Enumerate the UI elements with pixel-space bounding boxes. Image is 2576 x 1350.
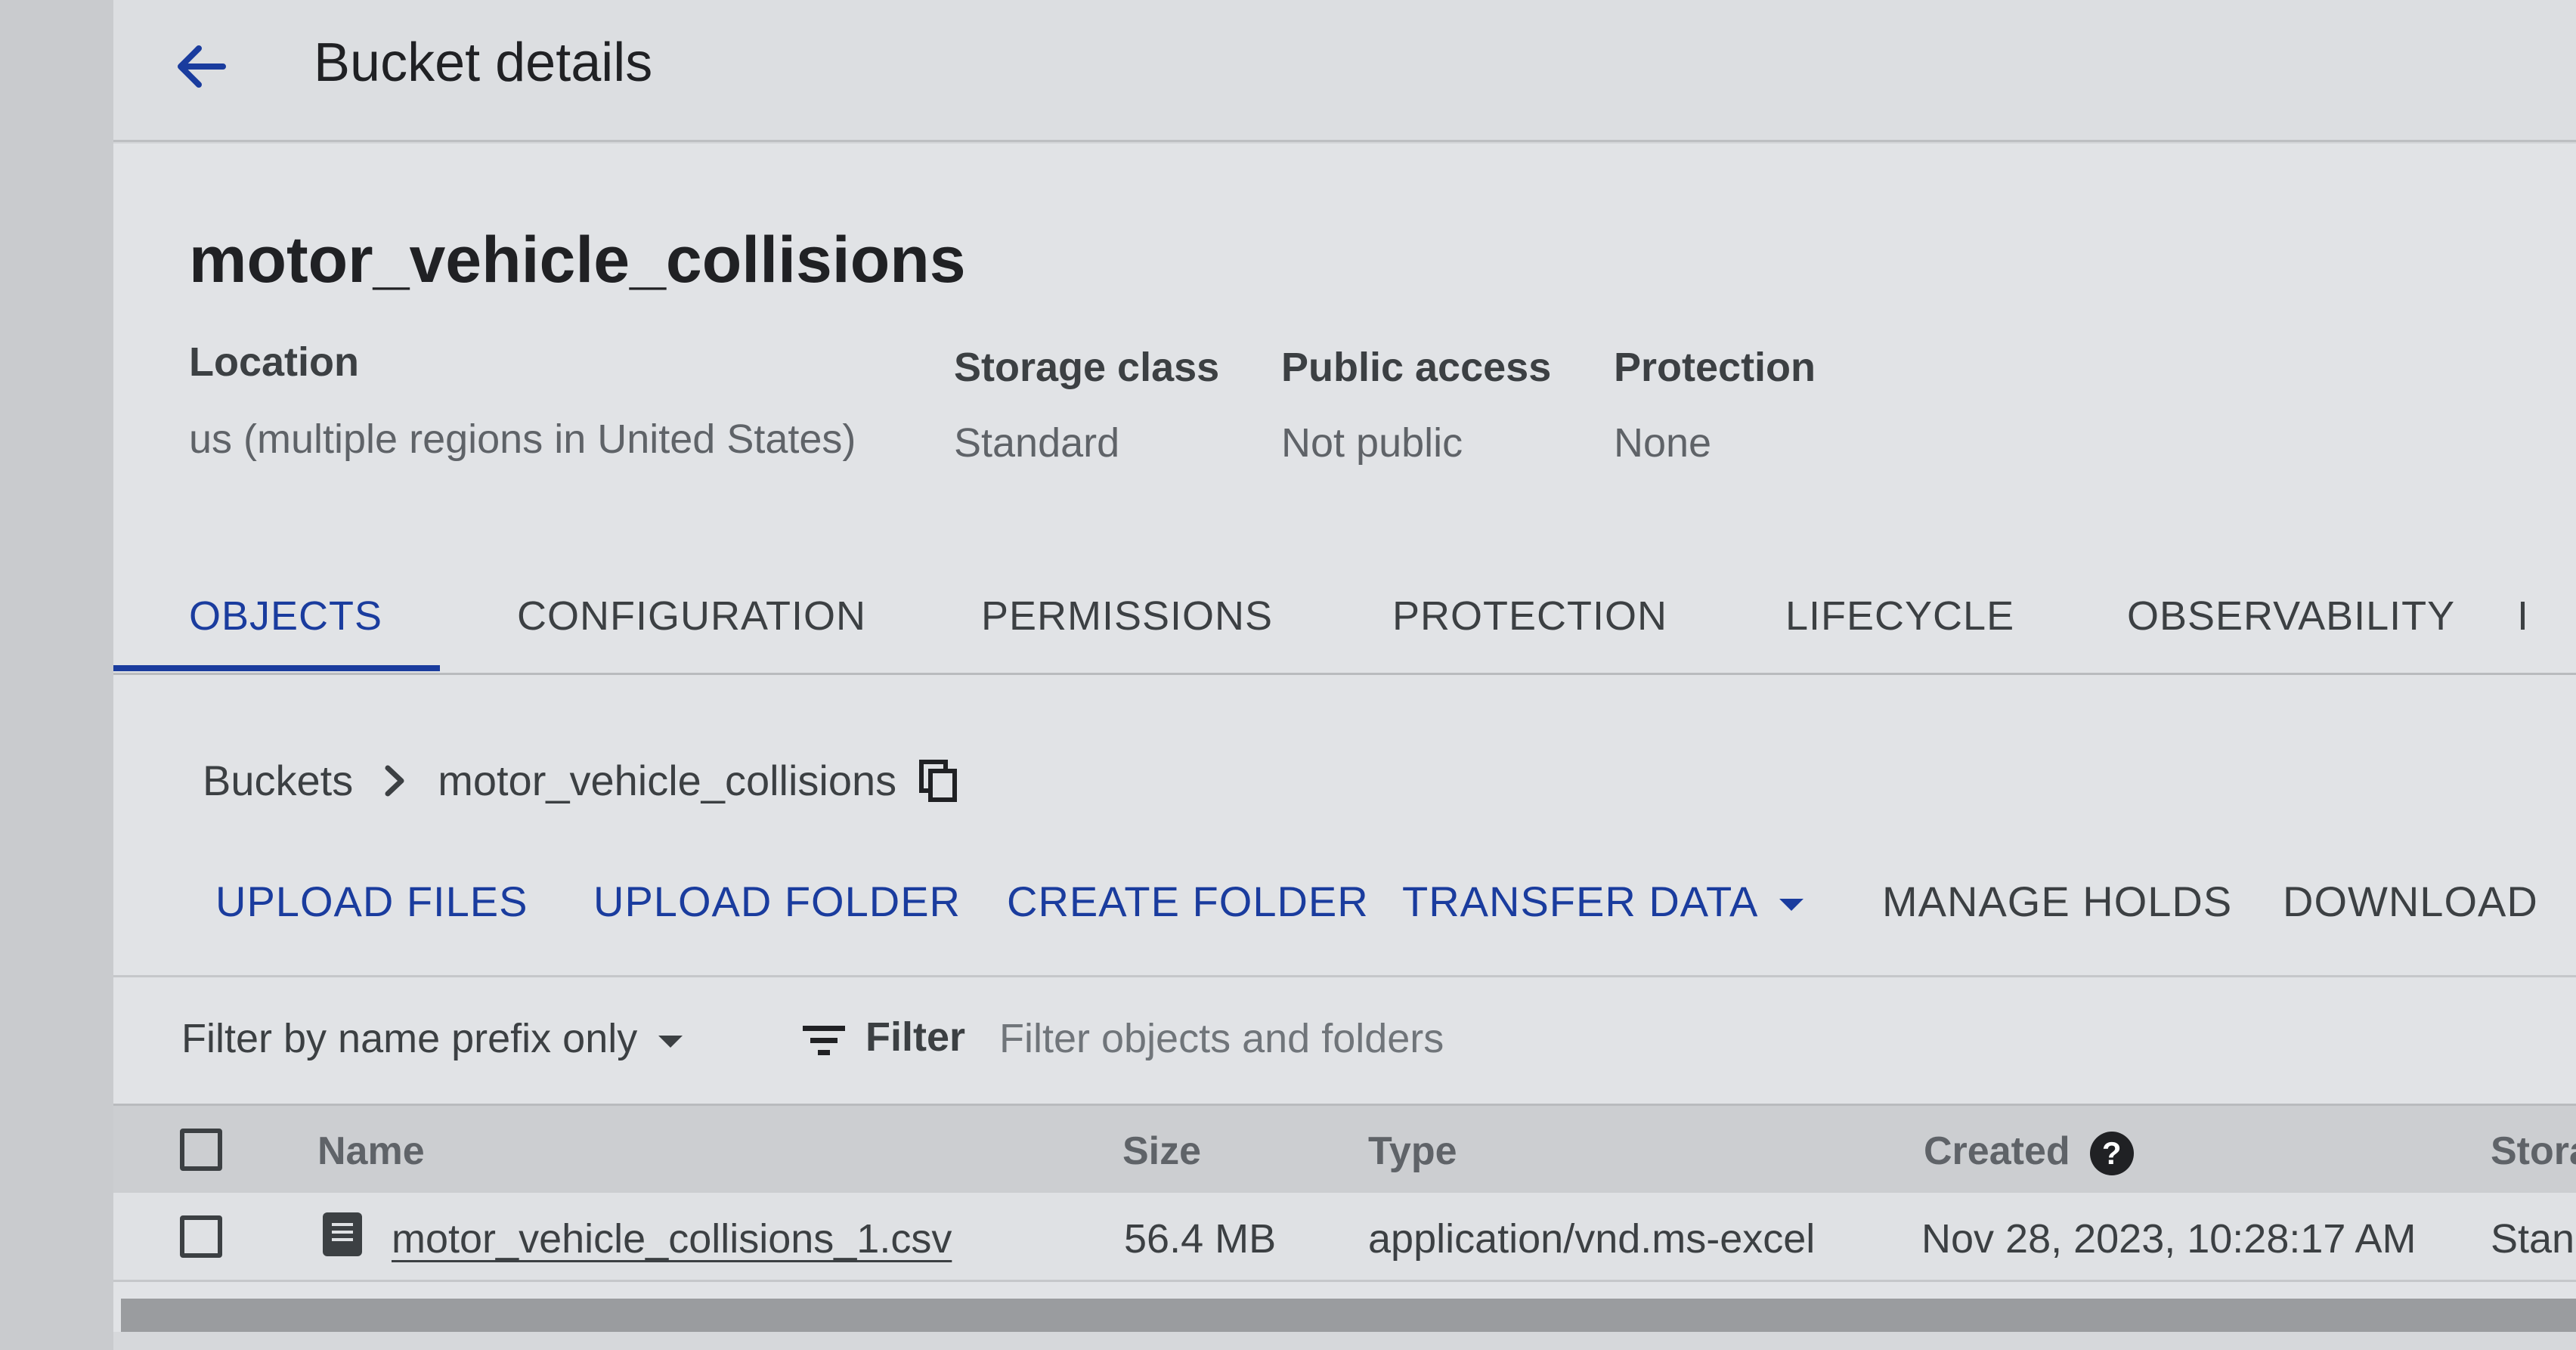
tab-lifecycle[interactable]: LIFECYCLE	[1785, 593, 2014, 639]
filter-label[interactable]: Filter	[865, 1014, 965, 1060]
meta-location-value: us (multiple regions in United States)	[189, 416, 856, 462]
meta-public-access-value: Not public	[1281, 420, 1463, 466]
create-folder-button[interactable]: CREATE FOLDER	[1007, 877, 1369, 926]
column-header-storage-class[interactable]: Stora	[2491, 1129, 2576, 1174]
filter-list-icon[interactable]	[801, 1023, 847, 1059]
object-name-link[interactable]: motor_vehicle_collisions_1.csv	[392, 1215, 952, 1262]
column-header-created[interactable]: Created?	[1924, 1129, 2134, 1176]
download-button[interactable]: DOWNLOAD	[2283, 877, 2538, 926]
transfer-data-button[interactable]: TRANSFER DATA	[1402, 877, 1804, 926]
meta-protection-value: None	[1614, 420, 1712, 466]
tab-bar: OBJECTS CONFIGURATION PERMISSIONS PROTEC…	[113, 559, 2576, 675]
chevron-right-icon	[385, 765, 404, 796]
table-header: Name Size Type Created? Stora	[113, 1104, 2576, 1195]
filter-mode-label: Filter by name prefix only	[181, 1016, 638, 1061]
breadcrumb: Buckets motor_vehicle_collisions	[203, 756, 958, 805]
object-type: application/vnd.ms-excel	[1368, 1216, 1816, 1262]
page-title: Bucket details	[314, 33, 653, 93]
meta-storage-class-label: Storage class	[954, 345, 1220, 390]
upload-folder-button[interactable]: UPLOAD FOLDER	[593, 877, 961, 926]
bucket-name: motor_vehicle_collisions	[189, 224, 966, 296]
column-header-created-label: Created	[1924, 1129, 2070, 1173]
object-storage-class: Stan	[2491, 1216, 2575, 1262]
filter-input[interactable]	[998, 1008, 2361, 1070]
tab-observability[interactable]: OBSERVABILITY	[2127, 593, 2455, 639]
tab-objects[interactable]: OBJECTS	[189, 593, 382, 639]
tab-permissions[interactable]: PERMISSIONS	[981, 593, 1273, 639]
left-gutter	[0, 0, 113, 1350]
meta-protection-label: Protection	[1614, 345, 1816, 390]
meta-storage-class-value: Standard	[954, 420, 1120, 466]
select-all-checkbox[interactable]	[180, 1129, 222, 1171]
object-created: Nov 28, 2023, 10:28:17 AM	[1921, 1216, 2417, 1262]
table-row[interactable]: motor_vehicle_collisions_1.csv 56.4 MB a…	[113, 1193, 2576, 1282]
breadcrumb-buckets[interactable]: Buckets	[203, 756, 353, 805]
filter-bar: Filter by name prefix only Filter	[113, 975, 2576, 1106]
breadcrumb-current: motor_vehicle_collisions	[438, 757, 897, 804]
tab-protection[interactable]: PROTECTION	[1392, 593, 1667, 639]
active-tab-indicator	[113, 665, 440, 671]
copy-icon[interactable]	[919, 759, 958, 802]
tab-overflow[interactable]: I	[2517, 593, 2529, 639]
column-header-type[interactable]: Type	[1368, 1129, 1457, 1174]
meta-public-access-label: Public access	[1281, 345, 1552, 390]
meta-location-label: Location	[189, 339, 359, 385]
tab-configuration[interactable]: CONFIGURATION	[517, 593, 866, 639]
row-checkbox[interactable]	[180, 1215, 222, 1258]
horizontal-scrollbar[interactable]	[121, 1299, 2576, 1332]
column-header-size[interactable]: Size	[1122, 1129, 1201, 1174]
caret-down-icon	[658, 1035, 683, 1048]
filter-mode-dropdown[interactable]: Filter by name prefix only	[181, 1015, 683, 1062]
object-size: 56.4 MB	[1124, 1216, 1277, 1262]
bottom-edge	[113, 1332, 2576, 1350]
manage-holds-button[interactable]: MANAGE HOLDS	[1882, 877, 2232, 926]
column-header-name[interactable]: Name	[317, 1129, 425, 1174]
help-icon[interactable]: ?	[2089, 1132, 2134, 1176]
caret-down-icon	[1779, 899, 1804, 912]
transfer-data-label: TRANSFER DATA	[1402, 878, 1759, 925]
upload-files-button[interactable]: UPLOAD FILES	[215, 877, 528, 926]
arrow-back-icon[interactable]	[170, 36, 231, 97]
file-document-icon	[323, 1212, 362, 1256]
